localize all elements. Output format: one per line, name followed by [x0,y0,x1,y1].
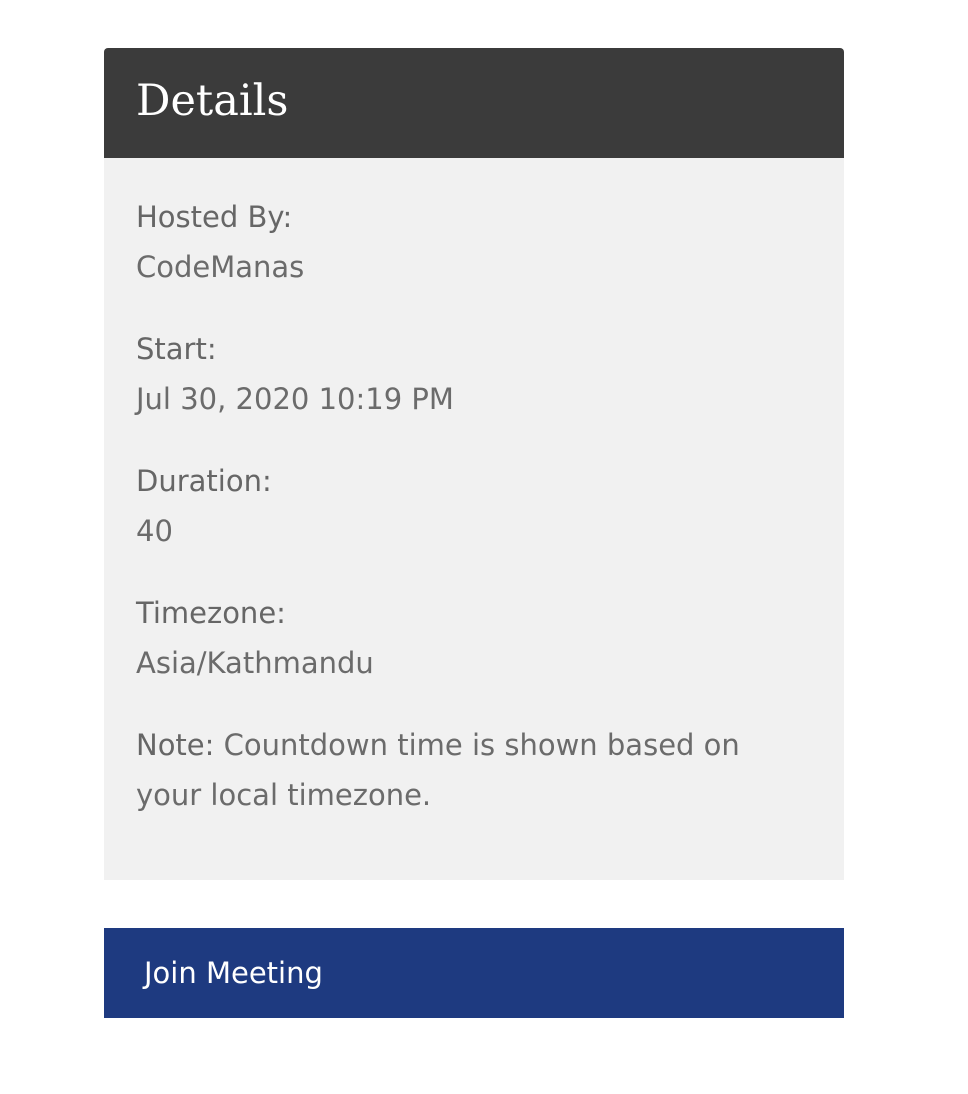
meeting-details-card: Details Hosted By: CodeManas Start: Jul … [104,48,844,880]
start-field: Start: Jul 30, 2020 10:19 PM [136,324,812,424]
timezone-field: Timezone: Asia/Kathmandu [136,588,812,688]
note-text: Countdown time is shown based on your lo… [136,728,740,812]
hosted-by-value: CodeManas [136,250,305,284]
details-header: Details [104,48,844,158]
details-title: Details [136,75,289,126]
start-label: Start: [136,332,217,366]
timezone-value: Asia/Kathmandu [136,646,374,680]
hosted-by-field: Hosted By: CodeManas [136,192,812,292]
details-body: Hosted By: CodeManas Start: Jul 30, 2020… [104,158,844,880]
join-meeting-button[interactable]: Join Meeting [104,928,844,1018]
hosted-by-label: Hosted By: [136,200,293,234]
note-label: Note: [136,728,215,762]
duration-label: Duration: [136,464,272,498]
start-value: Jul 30, 2020 10:19 PM [136,382,454,416]
timezone-label: Timezone: [136,596,286,630]
duration-value: 40 [136,514,173,548]
duration-field: Duration: 40 [136,456,812,556]
timezone-note: Note: Countdown time is shown based on y… [136,720,812,820]
